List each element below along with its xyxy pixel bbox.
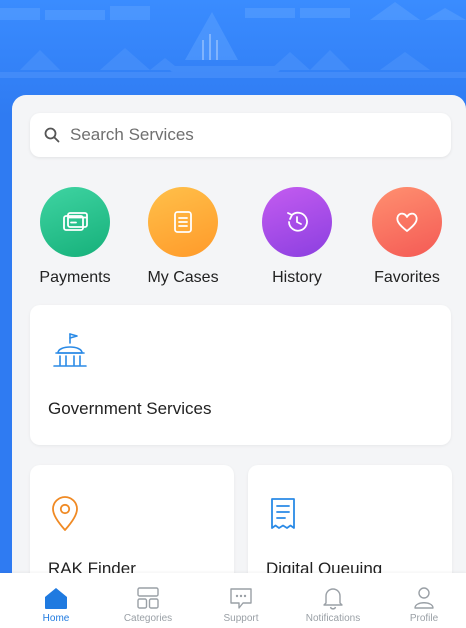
my-cases-icon-circle [148, 187, 218, 257]
history-icon-circle [262, 187, 332, 257]
tab-label: Notifications [305, 613, 361, 624]
quick-action-label: Favorites [374, 269, 440, 286]
tab-support[interactable]: Support [196, 573, 286, 628]
quick-action-label: Payments [39, 269, 111, 286]
tab-label: Categories [123, 613, 173, 624]
quick-action-favorites[interactable]: Favorites [352, 187, 462, 287]
history-clock-icon [287, 211, 308, 232]
receipt-ticket-icon [271, 498, 295, 529]
government-building-icon [53, 333, 87, 367]
quick-action-history[interactable]: History [242, 187, 352, 287]
chat-support-icon [230, 588, 252, 609]
search-bar[interactable] [30, 113, 451, 157]
tab-home[interactable]: Home [11, 573, 101, 628]
government-services-card[interactable]: Government Services [30, 305, 451, 445]
tab-notifications[interactable]: Notifications [288, 573, 378, 628]
search-icon [44, 127, 60, 143]
document-icon [174, 211, 192, 233]
home-icon [45, 588, 67, 609]
tab-label: Support [223, 613, 259, 624]
tab-profile[interactable]: Profile [379, 573, 466, 628]
quick-actions: Payments My Cases History Favorites [12, 187, 466, 297]
tab-categories[interactable]: Categories [103, 573, 193, 628]
search-input[interactable] [68, 124, 432, 146]
quick-action-label: My Cases [147, 269, 219, 286]
favorites-icon-circle [372, 187, 442, 257]
card-title: Government Services [48, 399, 212, 418]
bottom-tab-bar: Home Categories Support Notifications Pr… [0, 573, 466, 628]
quick-action-payments[interactable]: Payments [20, 187, 130, 287]
bell-icon [323, 588, 343, 610]
payments-icon-circle [40, 187, 110, 257]
heart-icon [396, 212, 418, 232]
tab-label: Home [42, 613, 70, 624]
categories-icon [137, 587, 159, 609]
profile-icon [414, 587, 434, 609]
tab-label: Profile [409, 613, 439, 624]
quick-action-my-cases[interactable]: My Cases [128, 187, 238, 287]
credit-card-icon [63, 212, 88, 231]
main-content: Payments My Cases History [12, 95, 466, 628]
quick-action-label: History [272, 269, 322, 286]
location-pin-icon [52, 496, 78, 531]
